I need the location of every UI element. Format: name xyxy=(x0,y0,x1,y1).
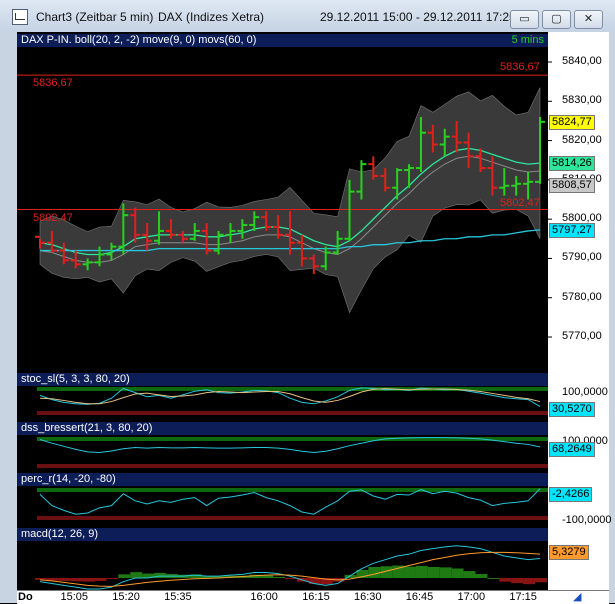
perc-pane-header: perc_r(14, -20, -80) xyxy=(17,473,548,486)
macd-histogram-bar xyxy=(94,578,107,581)
perc-lower-band xyxy=(37,516,548,520)
price-scale-label: 5830,00 xyxy=(562,94,602,107)
main-pane-header: DAX P-IN. boll(20, 2, -2) move(9, 0) mov… xyxy=(17,34,548,47)
dss-lower-band xyxy=(37,464,548,468)
macd-histogram-bar xyxy=(404,566,416,578)
macd-histogram-bar xyxy=(415,565,428,578)
macd-histogram-bar xyxy=(487,578,500,579)
price-scale-label: 5840,00 xyxy=(562,55,602,67)
time-tick-label: 15:35 xyxy=(164,591,192,603)
stoch-value-badge: 30,5270 xyxy=(549,402,595,417)
price-scale-label: 5770,00 xyxy=(562,330,602,342)
time-tick-label: 16:30 xyxy=(353,591,382,603)
perc-pane-label: perc_r(14, -20, -80) xyxy=(21,473,116,485)
dss-pane-label: dss_bressert(21, 3, 80, 20) xyxy=(21,422,153,434)
macd-histogram-bar xyxy=(463,571,476,578)
time-tick-label: 17:00 xyxy=(457,591,486,603)
macd-histogram-bar xyxy=(475,573,488,578)
stoch-pane-label: stoc_sl(5, 3, 3, 80, 20) xyxy=(21,373,130,385)
time-tick-label: 15:20 xyxy=(112,591,140,603)
perc-line-0 xyxy=(39,488,541,515)
time-tick-label: 17:15 xyxy=(509,591,537,603)
low-line-label-left: 5802,47 xyxy=(33,212,73,224)
price-badge: 5808,57 xyxy=(549,178,595,194)
macd-histogram-bar xyxy=(451,568,464,578)
macd-histogram-bar xyxy=(118,574,131,578)
chart-svg[interactable] xyxy=(0,0,615,603)
interval-label: 5 mins xyxy=(511,34,544,46)
macd-histogram-bar xyxy=(427,567,440,578)
macd-histogram-bar xyxy=(511,578,524,584)
perc-upper-band xyxy=(37,488,548,492)
macd-pane-header: macd(12, 26, 9) xyxy=(17,528,548,541)
price-scale-label: 5780,00 xyxy=(562,290,602,303)
macd-histogram-bar xyxy=(70,578,83,582)
stoch-pane-header: stoc_sl(5, 3, 3, 80, 20) xyxy=(17,373,548,386)
price-badge: 5824,77 xyxy=(549,114,595,130)
dss-value-badge: 68,2649 xyxy=(549,442,595,457)
macd-line xyxy=(39,545,541,590)
dss-pane-header: dss_bressert(21, 3, 80, 20) xyxy=(17,422,548,435)
macd-histogram-bar xyxy=(130,572,143,578)
stoch-lower-band xyxy=(37,411,548,415)
macd-histogram-bar xyxy=(523,578,535,585)
time-tick-label: 16:00 xyxy=(250,591,278,603)
macd-histogram-bar xyxy=(499,578,512,582)
macd-histogram-bar xyxy=(261,575,274,578)
perc-scale-bottom: -100,0000 xyxy=(562,514,612,526)
macd-value-badge: 5,3279 xyxy=(549,545,589,560)
bollinger-band xyxy=(39,87,541,314)
day-label: Do xyxy=(18,591,33,603)
macd-signal-line xyxy=(39,551,541,587)
time-tick-label: 16:45 xyxy=(405,591,434,603)
time-tick-label: 16:15 xyxy=(302,591,330,603)
price-scale-label: 5820,00 xyxy=(562,133,602,146)
macd-histogram-bar xyxy=(439,567,452,578)
macd-histogram-bar xyxy=(58,578,71,581)
high-line-label-right: 5836,67 xyxy=(500,61,540,73)
macd-histogram-bar xyxy=(368,567,381,578)
time-tick-label: 15:05 xyxy=(60,591,89,603)
perc-value-badge: -2,4266 xyxy=(549,487,593,502)
price-scale-label: 5790,00 xyxy=(562,251,602,264)
high-line-label-left: 5836,67 xyxy=(33,77,73,89)
scroll-arrow-icon[interactable]: ◢ xyxy=(573,590,581,603)
macd-histogram-bar xyxy=(82,578,95,582)
chart-window: Chart3 (Zeitbar 5 min) DAX (Indizes Xetr… xyxy=(0,0,615,604)
dss-upper-band xyxy=(37,437,548,441)
price-badge: 5814,26 xyxy=(549,156,595,172)
stoch-scale-top: 100,0000 xyxy=(562,386,608,398)
low-line-label-right: 5802,47 xyxy=(500,197,540,209)
macd-histogram-bar xyxy=(273,576,285,578)
macd-histogram-bar xyxy=(535,578,547,583)
price-badge: 5797,27 xyxy=(549,222,595,238)
macd-histogram-bar xyxy=(154,572,166,578)
macd-pane-label: macd(12, 26, 9) xyxy=(21,528,99,540)
main-pane-label: DAX P-IN. boll(20, 2, -2) move(9, 0) mov… xyxy=(21,34,257,46)
macd-histogram-bar xyxy=(106,578,119,579)
